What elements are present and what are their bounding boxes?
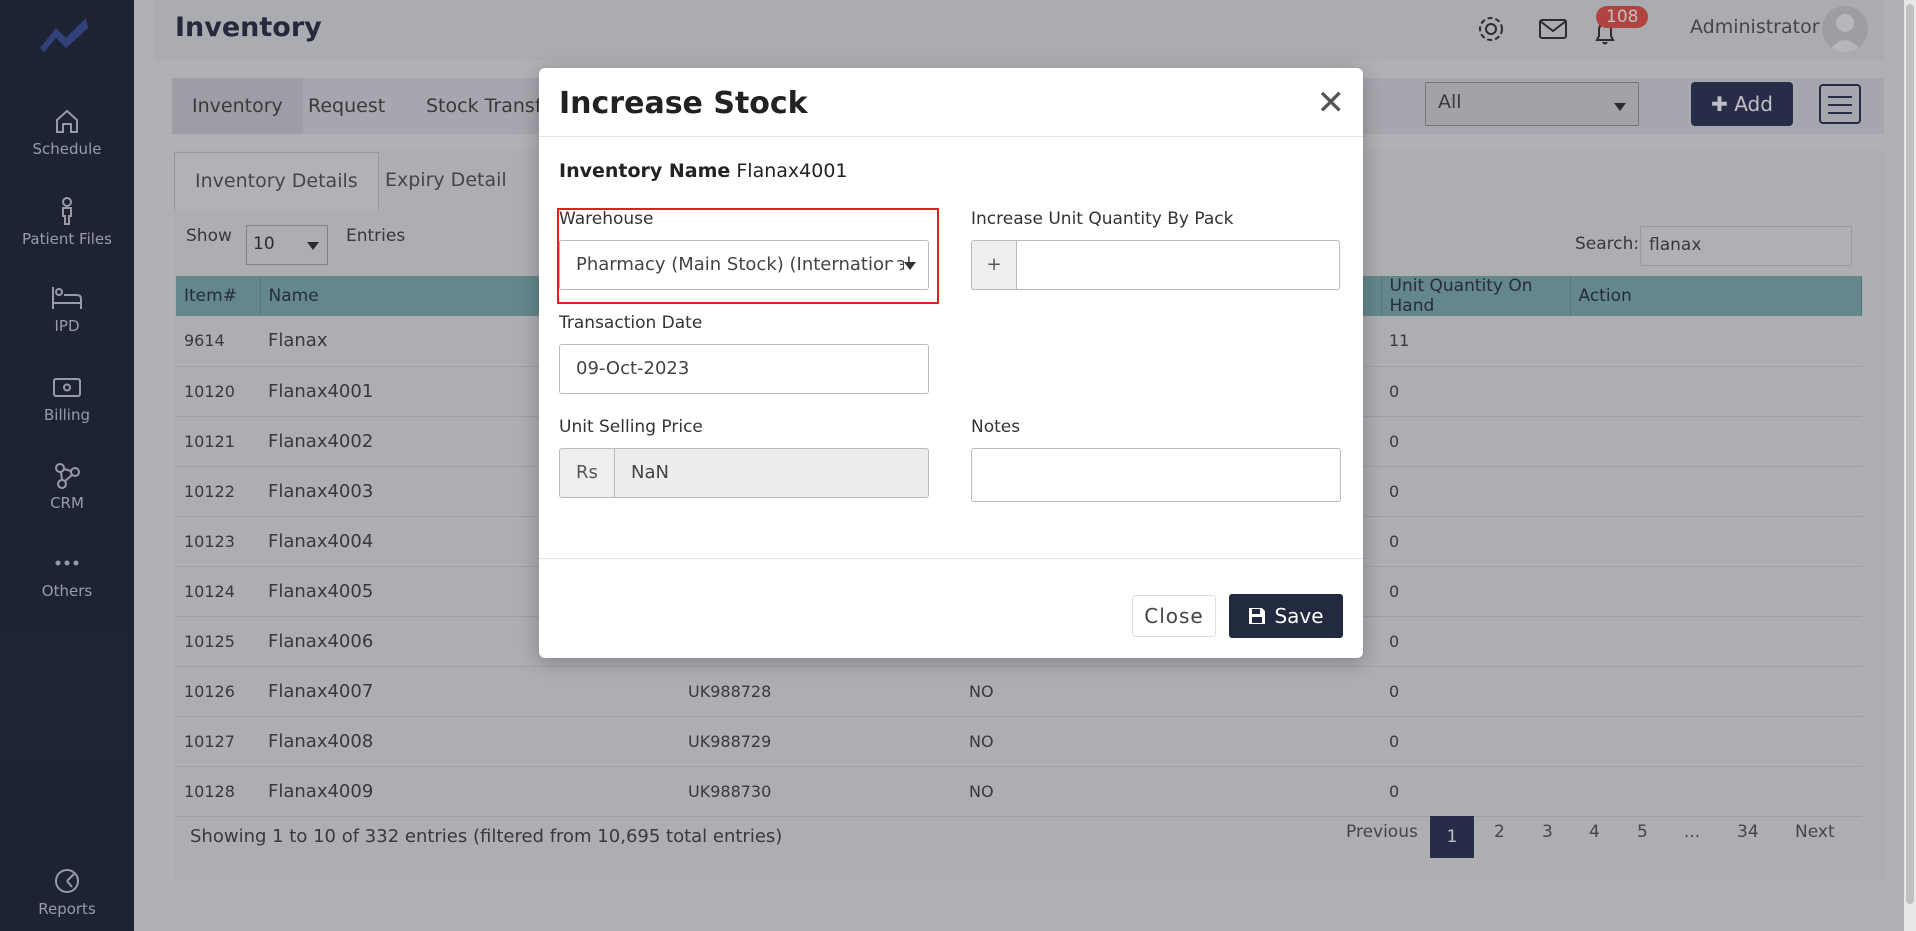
save-button-label: Save <box>1274 604 1324 628</box>
inventory-name: Inventory Name Flanax4001 <box>559 160 848 182</box>
increase-quantity-label: Increase Unit Quantity By Pack <box>971 209 1234 229</box>
inventory-name-label: Inventory Name <box>559 160 731 182</box>
inventory-name-value: Flanax4001 <box>736 160 848 182</box>
divider <box>539 558 1363 559</box>
save-button[interactable]: Save <box>1229 594 1343 638</box>
notes-textarea[interactable] <box>971 448 1341 502</box>
page-scrollbar[interactable] <box>1904 0 1916 931</box>
increase-stock-modal: Increase Stock ✕ Inventory Name Flanax40… <box>539 68 1363 658</box>
transaction-date-input[interactable]: 09-Oct-2023 <box>559 344 929 394</box>
unit-selling-price-label: Unit Selling Price <box>559 417 703 437</box>
floppy-disk-icon <box>1249 608 1266 624</box>
close-icon[interactable]: ✕ <box>1317 86 1346 120</box>
divider <box>539 136 1363 137</box>
modal-title: Increase Stock <box>559 86 808 121</box>
currency-addon: Rs <box>559 448 615 498</box>
plus-addon: + <box>971 240 1017 290</box>
increase-quantity-input[interactable] <box>1016 240 1340 290</box>
transaction-date-label: Transaction Date <box>559 313 703 333</box>
highlight-box <box>557 208 939 304</box>
close-button[interactable]: Close <box>1132 595 1216 637</box>
unit-selling-price-input: NaN <box>614 448 929 498</box>
notes-label: Notes <box>971 417 1021 437</box>
